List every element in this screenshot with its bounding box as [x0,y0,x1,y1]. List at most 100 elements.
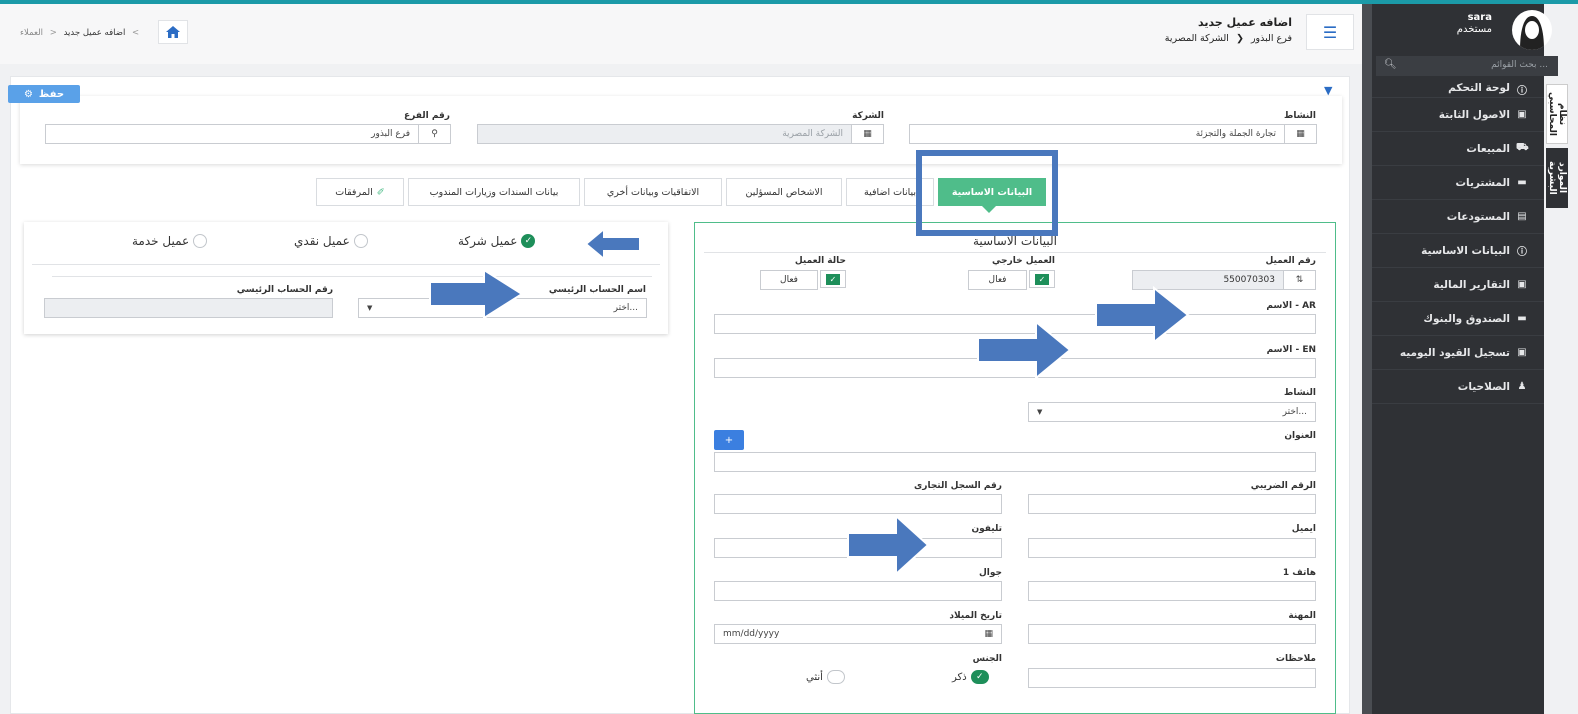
file-icon: ▣ [1517,279,1527,290]
arrow-left-icon [584,226,642,262]
card-icon: ▬ [1517,177,1527,188]
radio-gender-male[interactable]: ذكر ✓ [952,670,989,684]
box-icon: ▤ [1517,211,1527,222]
divider [32,264,660,265]
radio-service-client[interactable]: عميل خدمة [132,234,208,248]
address-input[interactable] [714,452,1316,472]
select-placeholder: اختر... [613,303,638,313]
user-silhouette-icon [1520,16,1544,50]
sidebar-item-warehouses[interactable]: المستودعات ▤ [1372,200,1544,234]
tax-number-label: الرقم الضريبي [1250,481,1316,491]
commercial-register-label: رقم السجل التجارى [914,481,1002,491]
check-icon: ✓ [1035,273,1049,285]
highlight-box [916,150,1058,236]
tab-vouchers-visits[interactable]: بيانات السندات وزيارات المندوب [408,178,580,206]
phone1-label: 1 هاتف [1282,568,1316,578]
divider [52,276,652,277]
birth-date-input[interactable]: mm/dd/yyyy ▦ [714,624,1002,644]
arrow-right-icon [1094,286,1190,344]
sidebar-menu: لوحة التحكم ⓘ الاصول الثابتة ▣ المبيعات ⛟ ا… [1372,76,1544,404]
sort-icon: ⇅ [1283,271,1315,289]
gender-label: الجنس [972,654,1002,664]
breadcrumb-current: اضافه عميل جديد [63,28,126,38]
sidebar-item-financial-reports[interactable]: التقارير المالية ▣ [1372,268,1544,302]
radio-circle-icon [353,234,368,248]
sidebar-item-purchases[interactable]: المشتريات ▬ [1372,166,1544,200]
search-icon: 🔍︎ [1384,59,1397,70]
client-status-checkbox[interactable]: ✓ [820,270,846,288]
check-icon: ✓ [521,234,536,248]
users-icon: ♟ [1517,381,1527,392]
sidebar-item-journal-entries[interactable]: تسجيل القيود اليوميه ▣ [1372,336,1544,370]
chevron-left-icon: < [132,28,140,38]
sidebar-item-dashboard[interactable]: لوحة التحكم ⓘ [1372,76,1544,98]
sidebar-item-permissions[interactable]: الصلاحيات ♟ [1372,370,1544,404]
branch-value: فرع البذور [371,129,410,139]
activity-field[interactable]: تجارة الجملة والتجزئة ▦ [909,124,1317,144]
notes-input[interactable] [1028,668,1316,688]
mobile-input[interactable] [714,581,1002,601]
add-address-button[interactable]: + [714,430,744,450]
sidebar-item-label: البيانات الاساسية [1421,244,1510,257]
sidebar-item-cash-banks[interactable]: الصندوق والبنوك ▬ [1372,302,1544,336]
home-icon [166,26,180,38]
arrow-right-icon [428,268,524,320]
job-input[interactable] [1028,624,1316,644]
basic-activity-select[interactable]: ▼ اختر... [1028,402,1316,422]
building-icon: ▦ [1284,125,1316,143]
birth-date-label: تاريخ الميلاد [949,611,1002,621]
home-button[interactable] [158,20,188,44]
external-client-checkbox[interactable]: ✓ [1029,270,1055,288]
user-role: مستخدم [1456,24,1492,35]
vtab-hr[interactable]: الموارد البشرية [1546,148,1568,208]
calendar-icon: ▦ [984,629,993,639]
client-number-label: رقم العميل [1265,256,1316,266]
tab-attachments-label: المرفقات [335,186,373,198]
branch-field[interactable]: فرع البذور ⚲ [45,124,451,144]
tax-number-input[interactable] [1028,494,1316,514]
radio-circle-icon [826,670,845,684]
activity-label: النشاط [1283,111,1316,121]
notes-label: ملاحظات [1275,654,1316,664]
menu-toggle-button[interactable]: ☰ [1306,14,1354,50]
external-client-value: فعال [968,270,1027,290]
sidebar-item-label: المشتريات [1455,176,1510,189]
sidebar-item-label: المبيعات [1466,142,1510,155]
file-icon: ▣ [1517,109,1527,120]
sidebar-item-basic-data[interactable]: البيانات الاساسية ⓘ [1372,234,1544,268]
radio-company-client[interactable]: عميل شركة ✓ [458,234,536,248]
radio-cash-client[interactable]: عميل نقدي [294,234,368,248]
tab-responsible-persons[interactable]: الاشخاص المسؤلين [726,178,842,206]
select-placeholder: اختر... [1282,407,1307,417]
sidebar-scroll-edge[interactable] [1362,4,1372,714]
sidebar-item-sales[interactable]: المبيعات ⛟ [1372,132,1544,166]
breadcrumb-customers[interactable]: العملاء [20,28,43,38]
sidebar-item-label: الصندوق والبنوك [1423,312,1510,325]
tab-attachments[interactable]: المرفقات ✐ [316,178,404,206]
activity-value: تجارة الجملة والتجزئة [1195,129,1276,139]
tab-agreements[interactable]: الاتفاقيات وبيانات أخري [584,178,722,206]
arrow-right-icon [976,320,1072,380]
email-input[interactable] [1028,538,1316,558]
sidebar-search-input[interactable]: 🔍︎ بحث القوائم ... [1376,56,1558,76]
branch-name: فرع البذور [1250,33,1292,44]
radio-gender-female[interactable]: أنثي [806,670,845,684]
caret-down-icon: ▼ [367,304,373,312]
email-label: ايميل [1291,524,1316,534]
truck-icon: ⛟ [1516,142,1529,153]
phone1-input[interactable] [1028,581,1316,601]
external-client-label: العميل خارجي [991,256,1055,266]
sidebar-item-label: التقارير المالية [1433,278,1510,291]
save-button[interactable]: ⚙ حفظ [8,85,80,103]
sidebar-item-fixed-assets[interactable]: الاصول الثابتة ▣ [1372,98,1544,132]
commercial-register-input[interactable] [714,494,1002,514]
vtab-accounting[interactable]: نظام المحاسبي [1546,84,1568,144]
branch-icon: ⚲ [418,125,450,143]
sidebar-search-placeholder: بحث القوائم ... [1491,60,1548,70]
radio-label: عميل شركة [458,234,518,248]
client-status-label: حالة العميل [794,256,846,266]
sidebar-item-label: الصلاحيات [1457,380,1510,393]
company-branch-path: فرع البذور ❮ الشركة المصرية [892,33,1292,44]
sidebar-item-label: المستودعات [1446,210,1510,223]
avatar[interactable] [1512,10,1552,50]
